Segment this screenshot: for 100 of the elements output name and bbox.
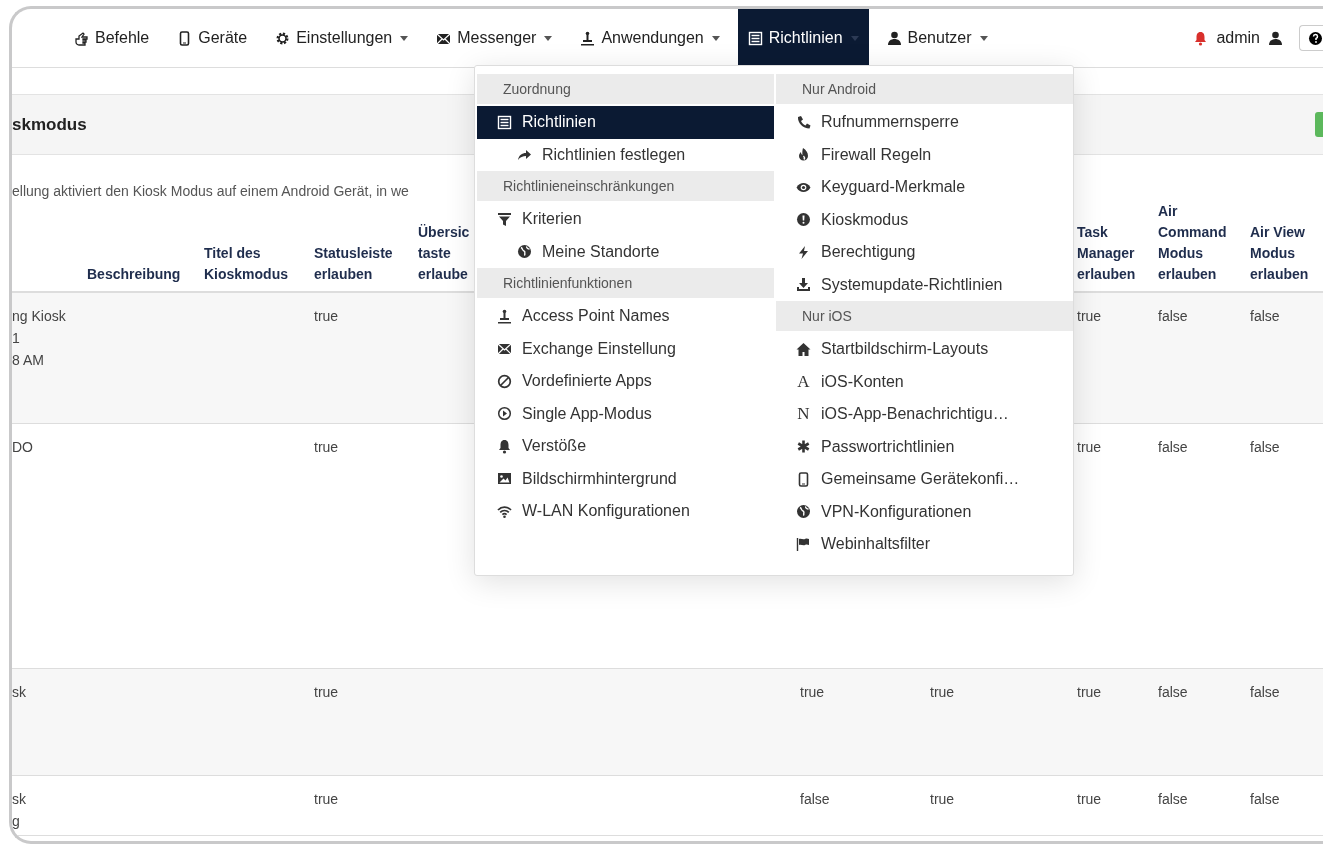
nav-menu-item[interactable]: Richtlinien [737, 9, 869, 67]
flame-icon [796, 147, 811, 163]
table-cell: true [314, 683, 339, 700]
list-icon [497, 114, 512, 130]
letter-icon: A [796, 371, 811, 392]
play-circle-icon [497, 406, 512, 422]
dropdown-item[interactable]: W-LAN Konfigurationen [477, 495, 774, 528]
nav-menu-item[interactable]: Anwendungen [570, 9, 730, 67]
letter-icon: N [796, 404, 811, 425]
table-cell: false [1250, 683, 1280, 700]
stamp-icon [580, 30, 596, 46]
table-cell: false [1158, 438, 1188, 455]
help-button[interactable] [1299, 25, 1323, 51]
filter-icon [497, 211, 512, 227]
table-cell: false [1250, 308, 1280, 324]
asterisk-icon [796, 439, 811, 455]
user-menu-link[interactable]: admin [1216, 29, 1260, 47]
table-cell: false [1250, 438, 1280, 455]
section-header: Nur iOS [802, 308, 852, 324]
dropdown-item[interactable]: Berechtigung [776, 236, 1073, 269]
dropdown-item[interactable]: Kriterien [477, 203, 774, 236]
dropdown-item[interactable]: Webinhaltsfilter [776, 528, 1073, 561]
table-cell: true [314, 308, 339, 324]
table-cell: false [1158, 683, 1188, 700]
panel-title: skmodus [12, 114, 87, 135]
table-cell: true [314, 438, 339, 455]
dropdown-item[interactable]: Firewall Regeln [776, 138, 1073, 171]
dropdown-item[interactable]: Verstöße [477, 430, 774, 463]
column-header: Titel des Kioskmodus [204, 245, 288, 282]
dropdown-item[interactable]: Meine Standorte [477, 235, 774, 268]
section-header: Nur Android [802, 81, 876, 97]
table-cell: false [1158, 308, 1188, 324]
bell-icon [497, 438, 512, 454]
dropdown-item[interactable]: Passwortrichtlinien [776, 430, 1073, 463]
dropdown-item[interactable]: N iOS-App-Benachrichtigu… [776, 398, 1073, 431]
home-icon [796, 341, 811, 357]
flag-icon [796, 536, 811, 552]
section-header: Richtlinieneinschränkungen [503, 178, 675, 194]
lightning-icon [796, 244, 811, 260]
dropdown-item[interactable]: Kioskmodus [776, 203, 1073, 236]
dropdown-item[interactable]: Rufnummernsperre [776, 106, 1073, 139]
picture-icon [497, 471, 512, 487]
dropdown-item[interactable]: Keyguard-Merkmale [776, 171, 1073, 204]
nav-menu-item[interactable]: Befehle [64, 9, 160, 67]
column-header: Air View Modus erlauben [1250, 224, 1309, 282]
table-cell: DO [12, 438, 33, 455]
column-header: Task Manager erlauben [1077, 224, 1136, 282]
section-header: Richtlinienfunktionen [503, 275, 633, 291]
settings-icon [275, 30, 291, 46]
dropdown-item[interactable]: Exchange Einstellung [477, 332, 774, 365]
table-cell: ng Kiosk 1 8 AM [12, 308, 66, 368]
table-cell: true [1077, 438, 1102, 455]
table-cell: false [1250, 790, 1280, 807]
hand-pointing-icon [74, 30, 89, 46]
table-cell: true [1077, 683, 1102, 700]
ban-icon [497, 373, 512, 389]
user-icon [1268, 30, 1283, 46]
column-header: Air Command Modus erlauben [1158, 203, 1227, 282]
dropdown-item[interactable]: Bildschirmhintergrund [477, 462, 774, 495]
envelope-icon [497, 341, 512, 357]
stamp-icon [497, 308, 512, 324]
table-cell: true [1077, 308, 1102, 324]
section-header: Zuordnung [503, 81, 571, 97]
dropdown-item[interactable]: A iOS-Konten [776, 365, 1073, 398]
help-icon [1308, 30, 1323, 46]
dropdown-item[interactable]: VPN-Konfigurationen [776, 495, 1073, 528]
dropdown-item[interactable]: Richtlinien festlegen [477, 138, 774, 171]
table-cell: false [1158, 790, 1188, 807]
dropdown-item[interactable]: Vordefinierte Apps [477, 365, 774, 398]
dropdown-item[interactable]: Richtlinien [477, 106, 774, 139]
dropdown-item[interactable]: Startbildschirm-Layouts [776, 333, 1073, 366]
column-header: Beschreibung [87, 266, 181, 282]
mobile-phone-icon [796, 471, 811, 487]
table-cell: sk g [12, 790, 26, 829]
list-icon [747, 30, 763, 46]
dropdown-item[interactable]: Systemupdate-Richtlinien [776, 268, 1073, 301]
nav-menu-item[interactable]: Benutzer [876, 9, 998, 67]
table-cell: true [314, 790, 339, 807]
dropdown-item[interactable]: Access Point Names [477, 300, 774, 333]
column-header: Übersic taste erlaube [418, 224, 470, 282]
description-text: ellung aktiviert den Kiosk Modus auf einem Android Gerät, in we [12, 183, 409, 199]
download-icon [796, 277, 811, 293]
bell-icon [1193, 30, 1209, 46]
globe-icon [796, 504, 811, 520]
dropdown-item[interactable]: Gemeinsame Gerätekonfi… [776, 463, 1073, 496]
nav-menu-item[interactable]: Geräte [167, 9, 258, 67]
nav-menu-item[interactable]: Einstellungen [265, 9, 419, 67]
globe-icon [517, 244, 532, 260]
table-cell: true [930, 790, 955, 807]
wifi-icon [497, 503, 512, 519]
table-cell: true [1077, 790, 1102, 807]
user-icon [886, 30, 902, 46]
table-cell: true [930, 683, 955, 700]
table-cell: sk [12, 683, 26, 700]
table-cell: false [800, 790, 830, 807]
phone-icon [796, 114, 811, 130]
column-header: Statusleiste erlauben [314, 245, 393, 282]
table-cell: true [800, 683, 825, 700]
dropdown-item[interactable]: Single App-Modus [477, 397, 774, 430]
exclamation-circle-icon [796, 212, 811, 228]
